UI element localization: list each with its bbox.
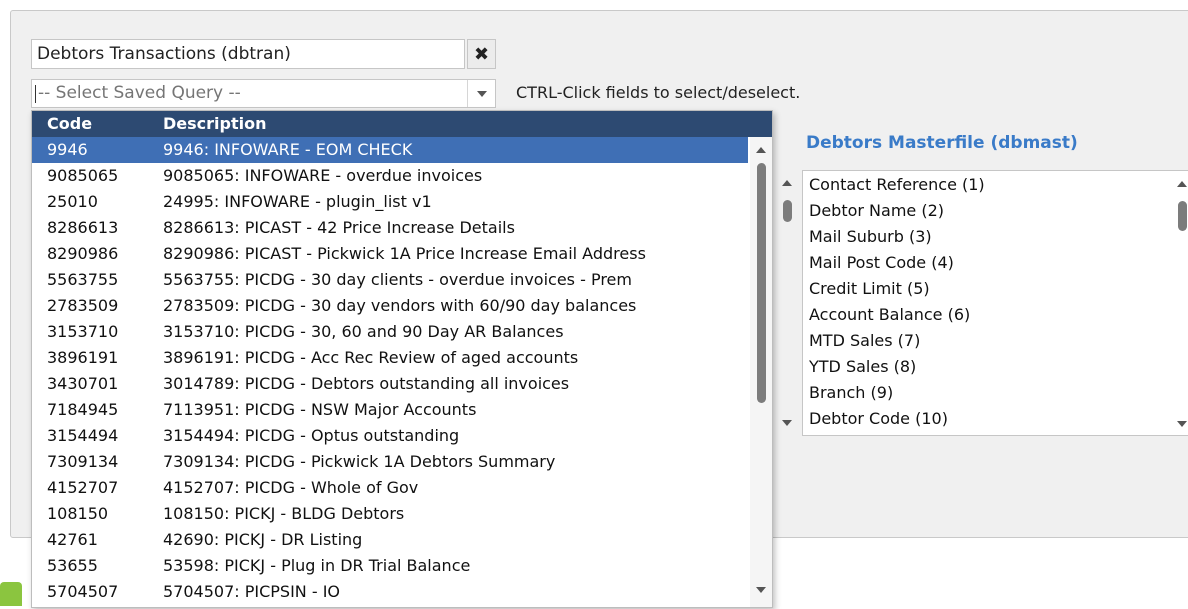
query-option[interactable]: 3153710 3153710: PICDG - 30, 60 and 90 Da…	[32, 319, 748, 345]
query-option[interactable]: 3154494 3154494: PICDG - Optus outstandin…	[32, 423, 748, 449]
saved-query-select[interactable]: -- Select Saved Query --	[31, 79, 496, 108]
query-option[interactable]: 9946 9946: INFOWARE - EOM CHECK	[32, 137, 748, 163]
scroll-down-icon[interactable]	[1177, 419, 1187, 429]
query-option[interactable]: 42761 42690: PICKJ - DR Listing	[32, 527, 748, 553]
query-option[interactable]: 2783509 2783509: PICDG - 30 day vendors w…	[32, 293, 748, 319]
scroll-thumb[interactable]	[1178, 201, 1187, 231]
clear-button[interactable]: ✖	[467, 39, 496, 69]
dropdown-toggle-button[interactable]	[467, 80, 495, 107]
dropdown-scrollbar[interactable]	[750, 137, 772, 607]
query-option[interactable]: 5704507 5704507: PICPSIN - IO	[32, 579, 748, 605]
code-column-header: Code	[47, 114, 93, 133]
query-option[interactable]: 108150 108150: PICKJ - BLDG Debtors	[32, 501, 748, 527]
query-option[interactable]: 9085065 9085065: INFOWARE - overdue invoi…	[32, 163, 748, 189]
table-selector-input[interactable]: Debtors Transactions (dbtran)	[31, 39, 465, 69]
text-cursor	[35, 85, 36, 103]
saved-query-placeholder: -- Select Saved Query --	[38, 83, 241, 103]
field-item[interactable]: Debtor Name (2)	[809, 201, 944, 220]
scroll-down-icon[interactable]	[756, 585, 766, 595]
field-item[interactable]: Branch (9)	[809, 383, 893, 402]
query-option[interactable]: 53655 53598: PICKJ - Plug in DR Trial Bal…	[32, 553, 748, 579]
scroll-thumb[interactable]	[783, 200, 792, 222]
field-item[interactable]: MTD Sales (7)	[809, 331, 920, 350]
query-option[interactable]: 8286613 8286613: PICAST - 42 Price Increa…	[32, 215, 748, 241]
query-option[interactable]: 7184945 7113951: PICDG - NSW Major Accoun…	[32, 397, 748, 423]
field-item[interactable]: Account Balance (6)	[809, 305, 970, 324]
description-column-header: Description	[163, 114, 267, 133]
query-option[interactable]: 4152707 4152707: PICDG - Whole of Gov	[32, 475, 748, 501]
scroll-up-icon[interactable]	[756, 145, 766, 155]
query-option[interactable]: 25010 24995: INFOWARE - plugin_list v1	[32, 189, 748, 215]
query-option[interactable]: 8290986 8290986: PICAST - Pickwick 1A Pri…	[32, 241, 748, 267]
field-item[interactable]: Credit Limit (5)	[809, 279, 930, 298]
field-item[interactable]: Contact Reference (1)	[809, 175, 985, 194]
selection-hint: CTRL-Click fields to select/deselect.	[516, 83, 801, 102]
infoware-logo-icon	[0, 582, 22, 606]
field-list-scrollbar[interactable]	[1175, 171, 1188, 435]
field-item[interactable]: YTD Sales (8)	[809, 357, 916, 376]
query-option[interactable]: 3896191 3896191: PICDG - Acc Rec Review o…	[32, 345, 748, 371]
dropdown-header: Code Description	[32, 111, 772, 137]
masterfile-title: Debtors Masterfile (dbmast)	[806, 133, 1078, 153]
field-list-scrollbar-left[interactable]	[776, 170, 800, 436]
scroll-up-icon[interactable]	[782, 178, 792, 188]
query-option[interactable]: 7309134 7309134: PICDG - Pickwick 1A Debt…	[32, 449, 748, 475]
query-option[interactable]: 5563755 5563755: PICDG - 30 day clients -…	[32, 267, 748, 293]
field-item[interactable]: Mail Post Code (4)	[809, 253, 954, 272]
scroll-down-icon[interactable]	[782, 418, 792, 428]
saved-query-dropdown[interactable]: Code Description 9946 9946: INFOWARE - EO…	[31, 110, 773, 608]
query-option[interactable]: 3430701 3014789: PICDG - Debtors outstand…	[32, 371, 748, 397]
field-item[interactable]: Debtor Code (10)	[809, 409, 948, 428]
close-icon: ✖	[473, 43, 490, 65]
masterfile-field-list[interactable]: Contact Reference (1) Debtor Name (2) Ma…	[802, 170, 1188, 436]
chevron-down-icon	[476, 90, 487, 97]
scroll-up-icon[interactable]	[1177, 179, 1187, 189]
scroll-thumb[interactable]	[757, 163, 766, 403]
field-item[interactable]: Mail Suburb (3)	[809, 227, 932, 246]
